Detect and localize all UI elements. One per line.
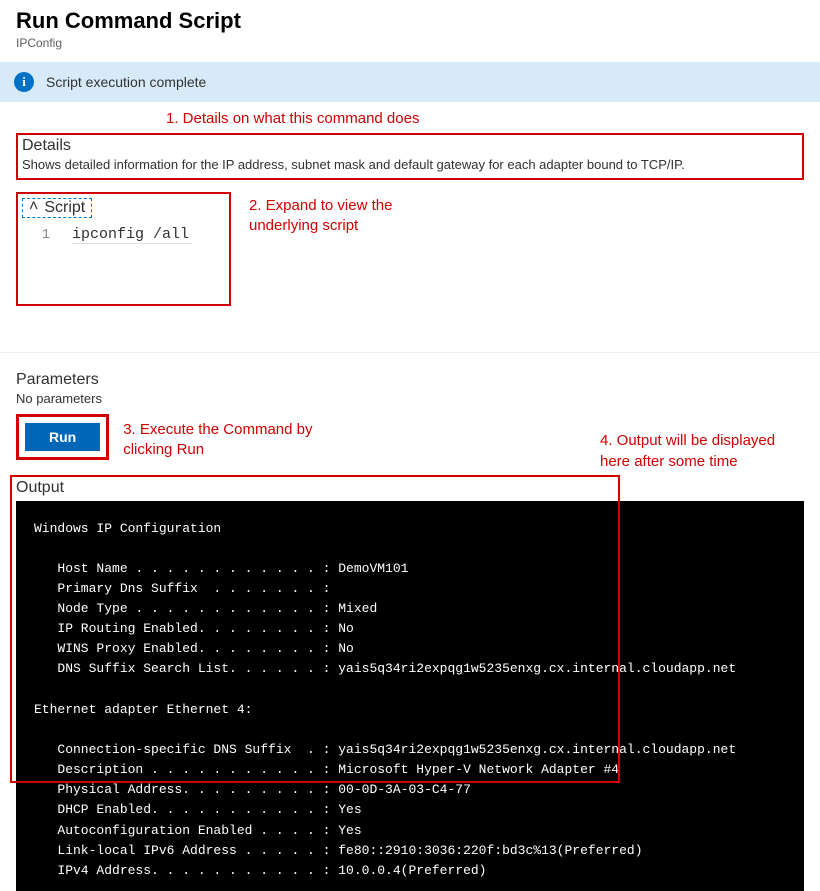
details-heading: Details xyxy=(22,137,798,155)
details-text: Shows detailed information for the IP ad… xyxy=(22,157,798,172)
chevron-up-icon: ˄ xyxy=(29,198,38,216)
line-number: 1 xyxy=(22,227,50,243)
script-line: 1 ipconfig /all xyxy=(22,226,223,244)
output-heading: Output xyxy=(16,479,804,497)
annotation-4: 4. Output will be displayed here after s… xyxy=(600,430,780,472)
run-button[interactable]: Run xyxy=(25,423,100,451)
divider xyxy=(0,352,820,353)
info-icon: i xyxy=(14,72,34,92)
run-button-highlight: Run xyxy=(16,414,109,460)
annotation-1: 1. Details on what this command does xyxy=(166,110,804,127)
parameters-text: No parameters xyxy=(16,391,804,406)
script-code: ipconfig /all xyxy=(72,226,192,244)
page-subtitle: IPConfig xyxy=(16,36,804,50)
output-terminal[interactable]: Windows IP Configuration Host Name . . .… xyxy=(16,501,804,891)
details-section: Details Shows detailed information for t… xyxy=(16,133,804,180)
annotation-3: 3. Execute the Command by clicking Run xyxy=(123,420,343,461)
status-text: Script execution complete xyxy=(46,74,206,90)
parameters-heading: Parameters xyxy=(16,371,804,389)
script-section: ˄ Script 1 ipconfig /all xyxy=(16,192,231,306)
script-heading: Script xyxy=(44,199,85,217)
script-expander[interactable]: ˄ Script xyxy=(22,198,92,218)
page-title: Run Command Script xyxy=(16,8,804,34)
status-bar: i Script execution complete xyxy=(0,62,820,102)
annotation-2: 2. Expand to view the underlying script xyxy=(249,196,429,237)
